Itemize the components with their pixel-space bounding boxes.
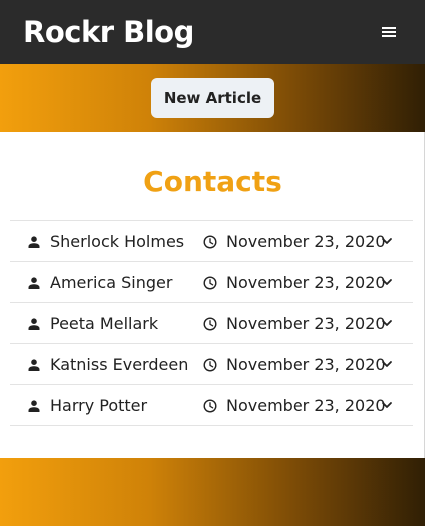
contact-row[interactable]: Sherlock Holmes November 23, 2020 bbox=[10, 221, 413, 262]
contact-row[interactable]: Peeta Mellark November 23, 2020 bbox=[10, 303, 413, 344]
contacts-section: Contacts Sherlock Holmes November 23, 20… bbox=[0, 132, 425, 458]
contact-row[interactable]: Katniss Everdeen November 23, 2020 bbox=[10, 344, 413, 385]
contact-date: November 23, 2020 bbox=[226, 355, 386, 374]
contact-name: Peeta Mellark bbox=[50, 314, 159, 333]
contact-name: Sherlock Holmes bbox=[50, 232, 185, 251]
contact-row[interactable]: Harry Potter November 23, 2020 bbox=[10, 385, 413, 426]
brand-logo[interactable]: Rockr Blog bbox=[23, 15, 194, 49]
contact-date: November 23, 2020 bbox=[226, 396, 386, 415]
user-icon bbox=[28, 318, 40, 330]
contact-date: November 23, 2020 bbox=[226, 232, 386, 251]
new-article-button[interactable]: New Article bbox=[151, 78, 274, 118]
chevron-down-icon[interactable] bbox=[381, 317, 393, 329]
chevron-down-icon[interactable] bbox=[381, 235, 393, 247]
user-icon bbox=[28, 236, 40, 248]
clock-icon bbox=[203, 399, 217, 413]
chevron-down-icon[interactable] bbox=[381, 358, 393, 370]
clock-icon bbox=[203, 317, 217, 331]
hero-banner: New Article bbox=[0, 64, 425, 132]
contact-name: Harry Potter bbox=[50, 396, 148, 415]
contact-name: Katniss Everdeen bbox=[50, 355, 189, 374]
user-icon bbox=[28, 400, 40, 412]
contact-date: November 23, 2020 bbox=[226, 273, 386, 292]
user-icon bbox=[28, 277, 40, 289]
contact-row[interactable]: America Singer November 23, 2020 bbox=[10, 262, 413, 303]
user-icon bbox=[28, 359, 40, 371]
contact-list: Sherlock Holmes November 23, 2020 Americ… bbox=[10, 220, 413, 426]
footer-banner bbox=[0, 458, 425, 526]
navbar: Rockr Blog bbox=[0, 0, 425, 64]
page-title: Contacts bbox=[143, 165, 282, 198]
hamburger-menu-icon[interactable] bbox=[375, 18, 403, 46]
chevron-down-icon[interactable] bbox=[381, 276, 393, 288]
contact-date: November 23, 2020 bbox=[226, 314, 386, 333]
clock-icon bbox=[203, 235, 217, 249]
chevron-down-icon[interactable] bbox=[381, 399, 393, 411]
contact-name: America Singer bbox=[50, 273, 173, 292]
clock-icon bbox=[203, 358, 217, 372]
clock-icon bbox=[203, 276, 217, 290]
